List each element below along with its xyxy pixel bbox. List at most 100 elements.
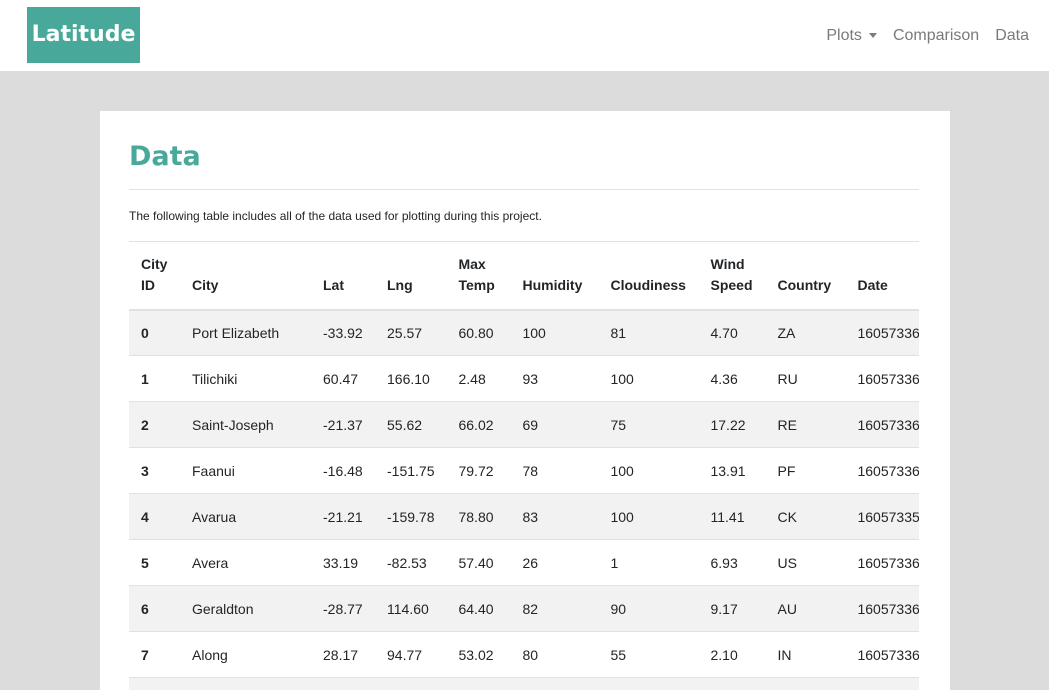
table-cell-id: 7 [129, 631, 180, 678]
table-cell: 75 [598, 401, 699, 448]
table-cell: 66.02 [446, 401, 511, 448]
table-cell: 4.36 [698, 355, 766, 402]
table-cell: 78.80 [446, 493, 511, 540]
table-row: 5 Avera 33.19 -82.53 57.40 26 1 6.93 US 16057336 [129, 539, 919, 586]
column-header-label: Humidity [522, 276, 583, 293]
table-cell-id [129, 677, 180, 690]
table-cell: 80 [510, 631, 599, 678]
column-header: Lng [375, 241, 447, 311]
table-cell [698, 677, 766, 690]
table-cell: ZA [765, 309, 846, 356]
table-cell: -151.75 [375, 447, 447, 494]
table-cell: -82.53 [375, 539, 447, 586]
table-cell: 64.40 [446, 585, 511, 632]
nav-data-link[interactable]: Data [995, 27, 1029, 45]
column-header-label: Country [777, 276, 832, 293]
table-cell: 93 [510, 355, 599, 402]
table-cell: CK [765, 493, 846, 540]
table-row [129, 677, 919, 690]
table-row: 4 Avarua -21.21 -159.78 78.80 83 100 11.41 CK 160… [129, 493, 919, 540]
table-cell: Avarua [180, 493, 311, 540]
table-cell: 53.02 [446, 631, 511, 678]
table-cell: 57.40 [446, 539, 511, 586]
column-header: Max Temp [446, 241, 511, 311]
table-cell: -21.37 [311, 401, 375, 448]
column-header-label: Date [857, 276, 888, 293]
table-cell: 16057336 [845, 585, 919, 632]
table-row: 6 Geraldton -28.77 114.60 64.40 82 90 9.17 AU 160… [129, 585, 919, 632]
table-row: 2 Saint-Joseph -21.37 55.62 66.02 69 75 17.22 RE… [129, 401, 919, 448]
table-cell: 25.57 [375, 309, 447, 356]
navbar: Latitude Plots Comparison Data [0, 0, 1049, 71]
table-cell-id: 1 [129, 355, 180, 402]
table-head: City ID City Lat Lng Max Temp Humidity Cloudines… [129, 241, 919, 311]
column-header-label: ID [141, 276, 155, 293]
table-cell: RU [765, 355, 846, 402]
table-cell-id: 5 [129, 539, 180, 586]
intro-text: The following table includes all of the … [129, 209, 542, 223]
table-row: 0 Port Elizabeth -33.92 25.57 60.80 100 81 4.70… [129, 309, 919, 356]
table-cell: 2.48 [446, 355, 511, 402]
column-header-label: Cloudiness [610, 276, 686, 293]
column-header: City [180, 241, 311, 311]
table-cell: Port Elizabeth [180, 309, 311, 356]
nav-comparison-link[interactable]: Comparison [893, 27, 979, 45]
table-cell: 26 [510, 539, 599, 586]
column-header: Lat [311, 241, 375, 311]
table-cell: 17.22 [698, 401, 766, 448]
table-cell: 90 [598, 585, 699, 632]
table-cell: 55 [598, 631, 699, 678]
table-cell: 33.19 [311, 539, 375, 586]
table-cell: -33.92 [311, 309, 375, 356]
column-header: City ID [129, 241, 180, 311]
table-cell: 60.80 [446, 309, 511, 356]
table-cell: US [765, 539, 846, 586]
table-cell: 79.72 [446, 447, 511, 494]
table-cell: 16057336 [845, 309, 919, 356]
table-cell-id: 6 [129, 585, 180, 632]
table-cell-id: 3 [129, 447, 180, 494]
column-header-label: Wind [710, 255, 745, 272]
title-divider [129, 189, 919, 190]
table-cell-id: 0 [129, 309, 180, 356]
table-cell: 16057336 [845, 401, 919, 448]
table-cell: Saint-Joseph [180, 401, 311, 448]
table-cell: 11.41 [698, 493, 766, 540]
nav-links: Plots Comparison Data [810, 0, 1029, 71]
table-cell: 69 [510, 401, 599, 448]
brand-logo[interactable]: Latitude [27, 7, 140, 63]
table-cell: Avera [180, 539, 311, 586]
nav-plots-dropdown[interactable]: Plots [826, 27, 877, 45]
table-cell: 100 [598, 447, 699, 494]
table-cell: 55.62 [375, 401, 447, 448]
table-cell [375, 677, 447, 690]
table-cell: 100 [510, 309, 599, 356]
column-header-label: City [141, 255, 168, 272]
table-cell-id: 2 [129, 401, 180, 448]
table-cell: -16.48 [311, 447, 375, 494]
table-cell: 28.17 [311, 631, 375, 678]
table-cell: 16057336 [845, 539, 919, 586]
table-cell: 2.10 [698, 631, 766, 678]
table-cell: AU [765, 585, 846, 632]
table-cell-id: 4 [129, 493, 180, 540]
table-body: 0 Port Elizabeth -33.92 25.57 60.80 100 81 4.70… [129, 309, 919, 690]
page-title: Data [129, 141, 201, 172]
table-cell: 16057335 [845, 493, 919, 540]
column-header: Humidity [510, 241, 599, 311]
data-table: City ID City Lat Lng Max Temp Humidity Cloudines… [129, 241, 919, 690]
table-cell [180, 677, 311, 690]
table-row: 3 Faanui -16.48 -151.75 79.72 78 100 13.91 PF 160… [129, 447, 919, 494]
table-cell: RE [765, 401, 846, 448]
table-cell: 13.91 [698, 447, 766, 494]
data-table-container[interactable]: City ID City Lat Lng Max Temp Humidity Cloudines… [129, 241, 919, 690]
table-cell: PF [765, 447, 846, 494]
column-header-label: Speed [710, 276, 753, 293]
column-header-label: Lng [387, 276, 413, 293]
table-cell: 4.70 [698, 309, 766, 356]
table-cell [598, 677, 699, 690]
table-cell: 82 [510, 585, 599, 632]
table-cell: 9.17 [698, 585, 766, 632]
table-cell: 6.93 [698, 539, 766, 586]
table-cell: 78 [510, 447, 599, 494]
